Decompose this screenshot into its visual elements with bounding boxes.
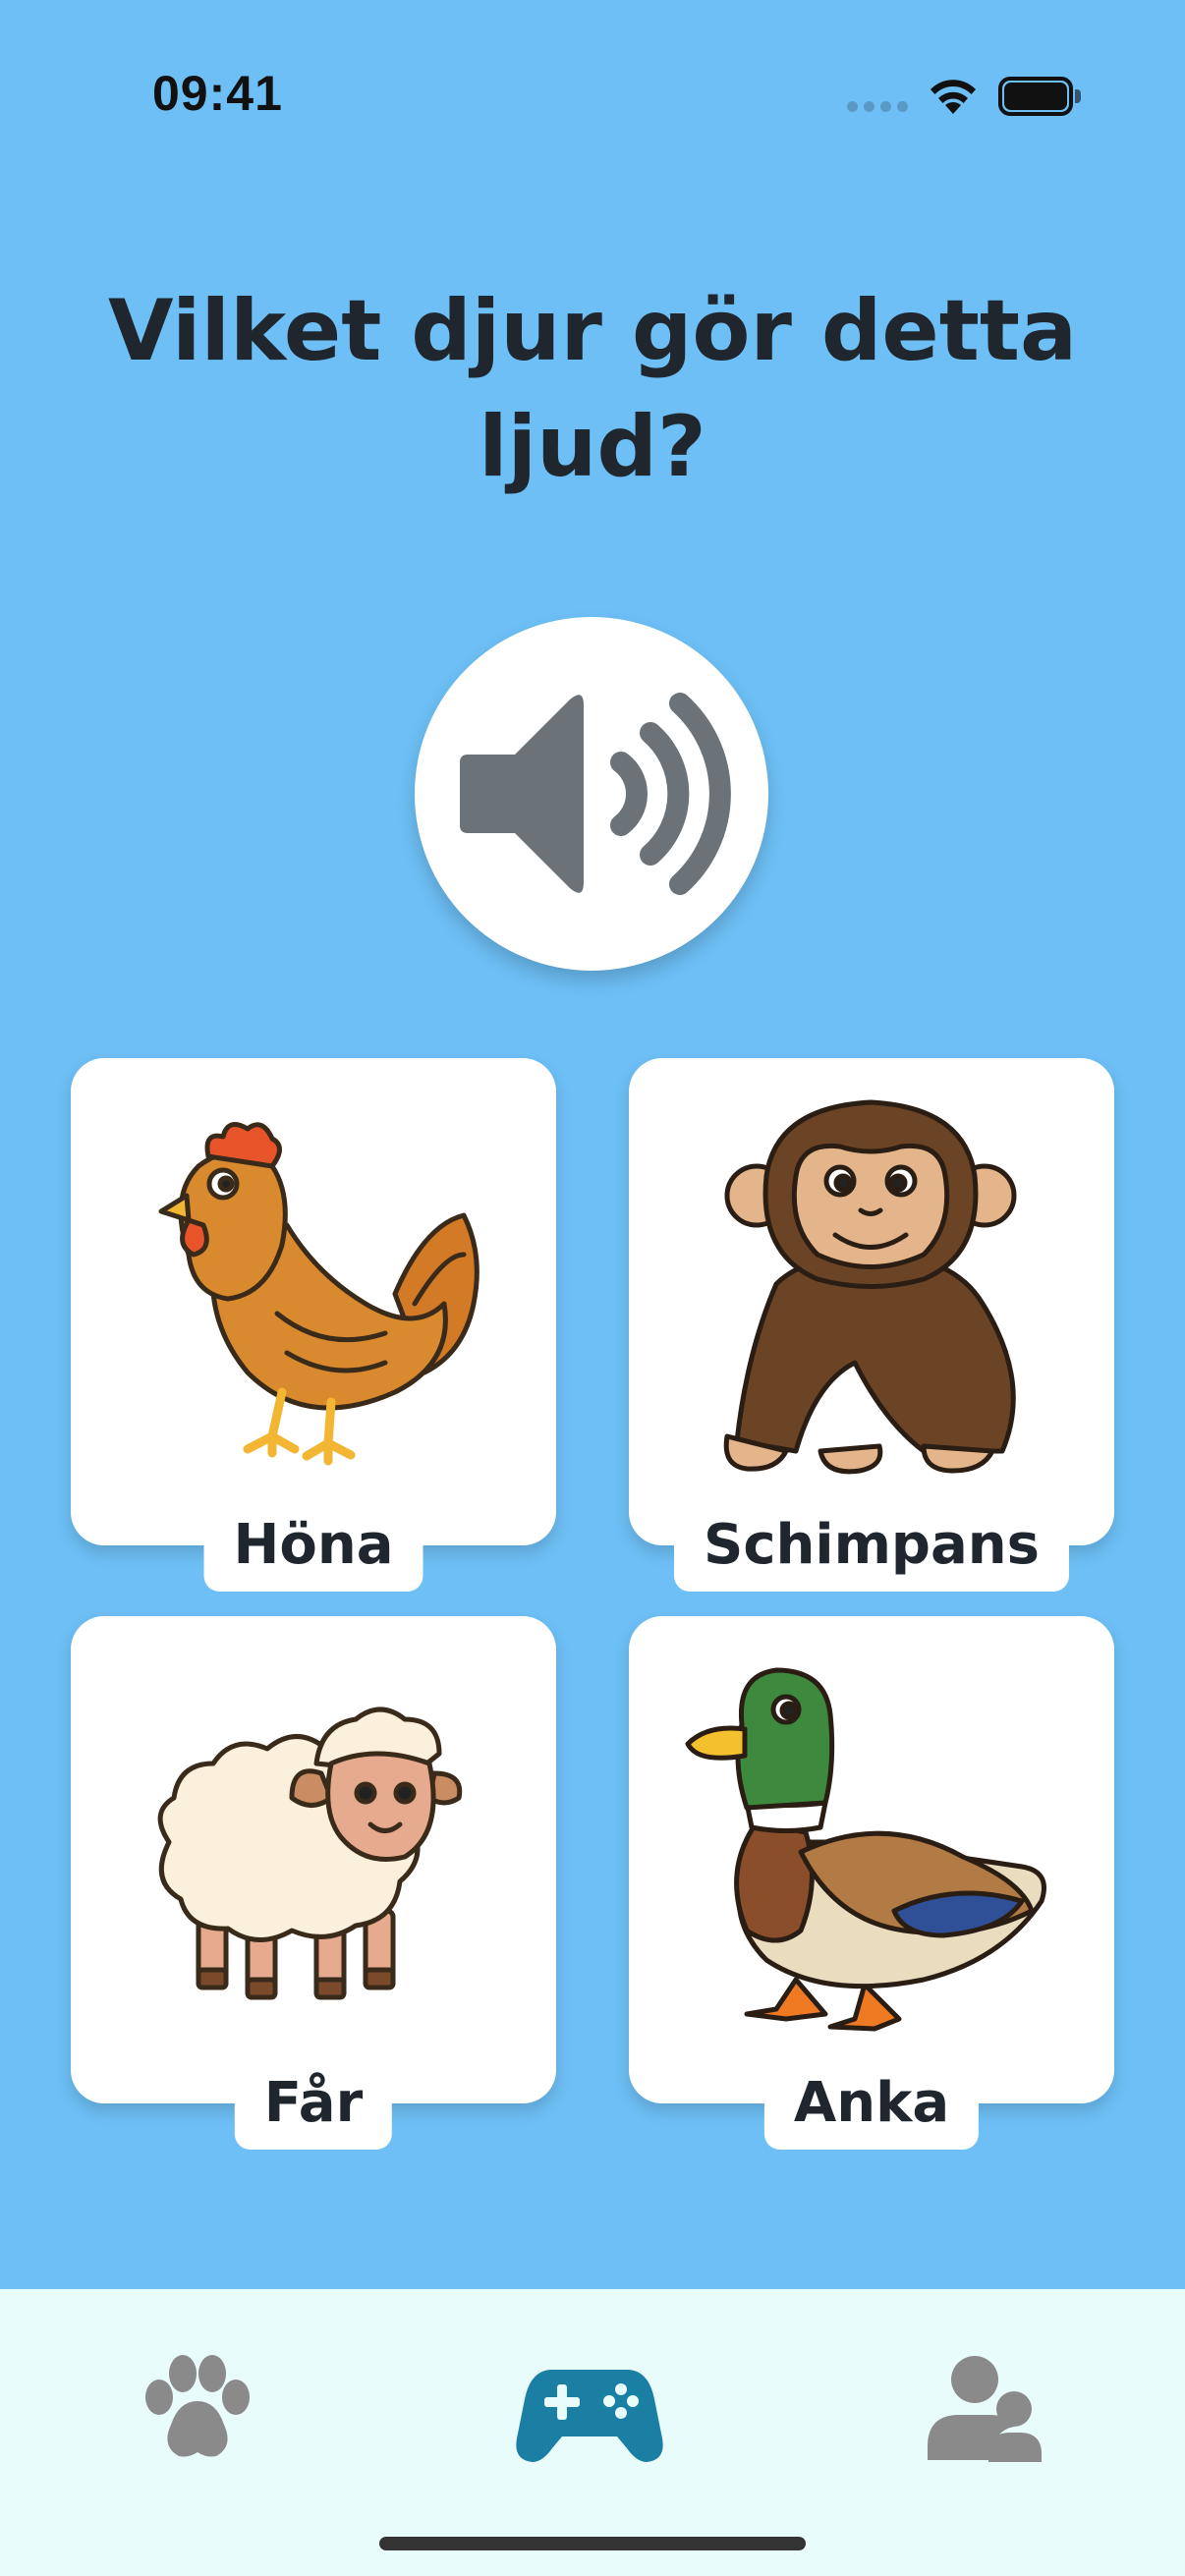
sheep-illustration [157, 1707, 463, 2000]
answer-label: Får [234, 2065, 393, 2150]
duck-illustration [685, 1667, 1046, 2032]
home-indicator[interactable] [379, 2537, 806, 2550]
paw-icon [145, 2355, 250, 2457]
answer-label: Anka [763, 2065, 980, 2150]
question-title: Vilket djur gör detta ljud? [107, 282, 1078, 496]
gamepad-icon [516, 2370, 663, 2462]
answer-card-chimpanzee[interactable]: Schimpans [629, 1058, 1114, 1592]
tab-animals[interactable] [118, 2340, 275, 2478]
tab-bar [0, 2289, 1185, 2576]
hen-illustration [158, 1122, 480, 1466]
answer-card-duck[interactable]: Anka [629, 1616, 1114, 2150]
answer-card-sheep[interactable]: Får [71, 1616, 556, 2150]
answer-label: Höna [203, 1507, 423, 1592]
play-sound-button[interactable] [415, 617, 768, 971]
tab-profile[interactable] [904, 2340, 1061, 2478]
wifi-icon [931, 80, 976, 114]
tab-games[interactable] [511, 2340, 668, 2478]
speaker-icon [460, 693, 731, 895]
status-time: 09:41 [152, 66, 283, 121]
answer-card-hen[interactable]: Höna [71, 1058, 556, 1592]
chimpanzee-illustration [723, 1099, 1017, 1475]
cellular-signal-icon [847, 101, 908, 113]
battery-icon [998, 77, 1081, 116]
status-bar: 09:41 [0, 0, 1185, 147]
users-icon [928, 2356, 1042, 2462]
answer-label: Schimpans [673, 1507, 1070, 1592]
